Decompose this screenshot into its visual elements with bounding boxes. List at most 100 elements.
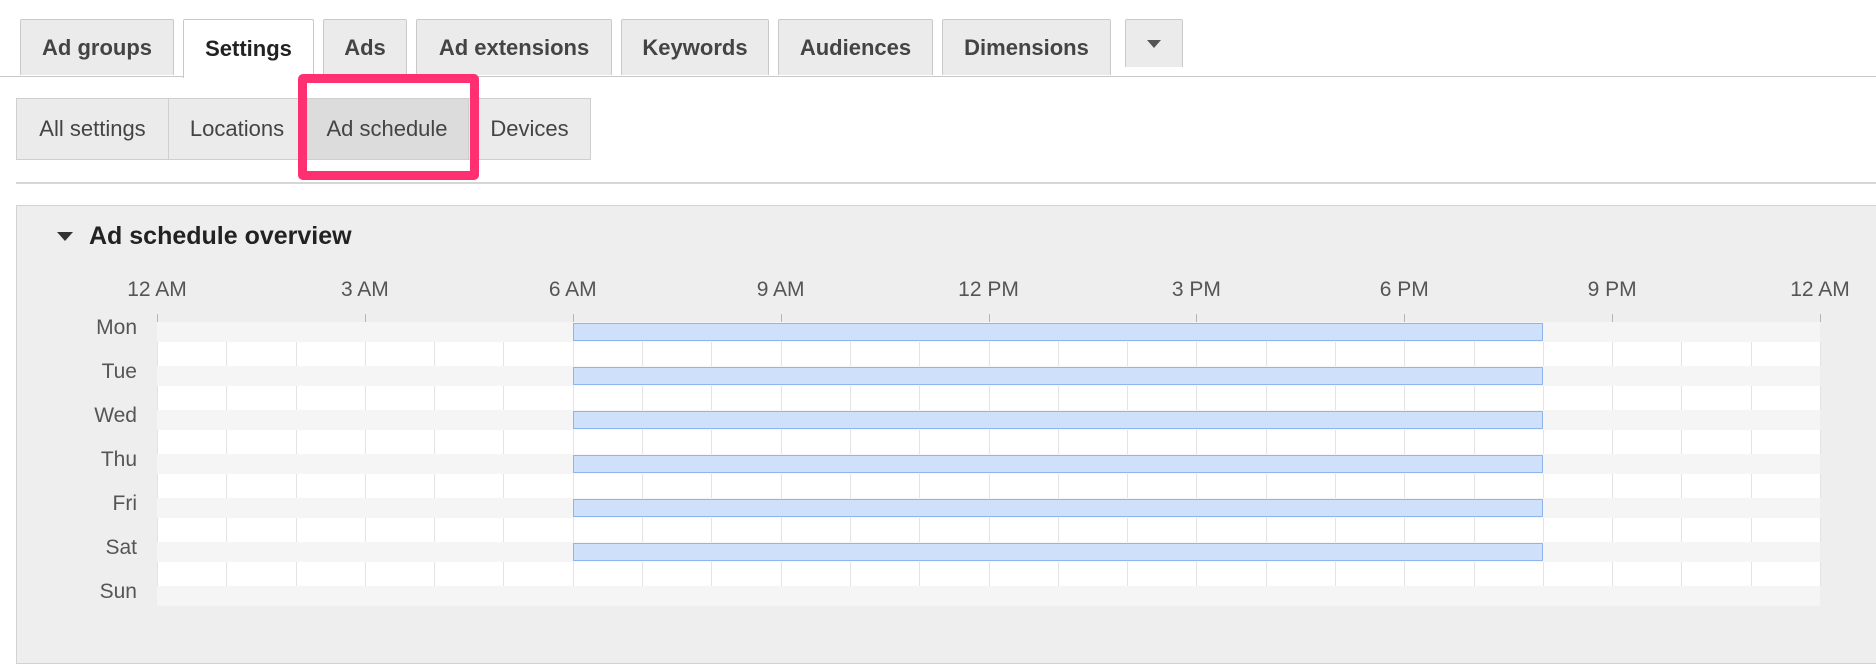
hour-gridline <box>1265 342 1267 366</box>
hour-gridline <box>503 342 505 366</box>
hour-gridline <box>1681 430 1683 454</box>
subtab-locations[interactable]: Locations <box>168 98 306 160</box>
tab-ad-groups[interactable]: Ad groups <box>20 19 174 75</box>
hour-gridline <box>1612 386 1614 410</box>
hour-gridline <box>642 518 644 542</box>
hour-gridline <box>434 386 436 410</box>
hour-gridline <box>157 386 158 410</box>
hour-gridline <box>1473 342 1475 366</box>
hour-gridline <box>1612 562 1614 586</box>
day-label-sat: Sat <box>105 536 137 559</box>
schedule-bar-wed[interactable] <box>572 411 1543 429</box>
hour-gridline <box>919 562 921 586</box>
hour-gridline <box>849 342 851 366</box>
hour-gridline <box>1542 386 1544 410</box>
overview-header-toggle[interactable]: Ad schedule overview <box>57 218 352 254</box>
hour-gridline <box>1196 474 1198 498</box>
hour-gridline <box>1196 518 1198 542</box>
hour-gridline <box>1681 474 1683 498</box>
hour-gridline <box>364 386 366 410</box>
schedule-bar-thu[interactable] <box>572 455 1543 473</box>
hour-gridline <box>1057 386 1059 410</box>
hour-gridline <box>780 430 782 454</box>
more-tabs-button[interactable] <box>1125 19 1183 67</box>
hour-gridline <box>1196 342 1198 366</box>
hour-gridline <box>1473 430 1475 454</box>
hour-gridline <box>1265 518 1267 542</box>
hour-gridline <box>642 430 644 454</box>
time-label: 12 PM <box>958 278 1019 301</box>
schedule-row-wed <box>157 410 1821 454</box>
hour-gridline <box>1265 474 1267 498</box>
hour-gridline <box>1681 518 1683 542</box>
hour-gridline <box>503 386 505 410</box>
time-tick <box>988 314 990 322</box>
tab-ad-extensions[interactable]: Ad extensions <box>416 19 612 75</box>
hour-gridline <box>1404 386 1406 410</box>
subtab-divider <box>16 182 1876 184</box>
hour-gridline <box>1542 430 1544 454</box>
hour-gridline <box>157 430 158 454</box>
hour-gridline <box>642 562 644 586</box>
hour-gridline <box>572 562 574 586</box>
schedule-row-fri <box>157 498 1821 542</box>
time-tick <box>1196 314 1198 322</box>
hour-gridline <box>1057 562 1059 586</box>
tab-dimensions[interactable]: Dimensions <box>942 19 1111 75</box>
time-label: 6 AM <box>548 278 597 301</box>
hour-gridline <box>434 474 436 498</box>
hour-gridline <box>711 342 713 366</box>
schedule-bar-fri[interactable] <box>572 499 1543 517</box>
subtab-all-settings[interactable]: All settings <box>16 98 169 160</box>
hour-gridline <box>1334 562 1336 586</box>
schedule-bar-sat[interactable] <box>572 543 1543 561</box>
hour-gridline <box>780 562 782 586</box>
schedule-bar-tue[interactable] <box>572 367 1543 385</box>
time-label: 9 AM <box>756 278 805 301</box>
tab-audiences[interactable]: Audiences <box>778 19 933 75</box>
hour-gridline <box>780 474 782 498</box>
schedule-row-mon <box>157 322 1821 366</box>
hour-gridline <box>1334 342 1336 366</box>
hour-gridline <box>572 342 574 366</box>
hour-gridline <box>1404 430 1406 454</box>
time-label: 12 AM <box>1790 278 1850 301</box>
schedule-bar-mon[interactable] <box>572 323 1543 341</box>
hour-gridline <box>1473 386 1475 410</box>
hour-gridline <box>780 386 782 410</box>
tab-settings[interactable]: Settings <box>183 19 314 78</box>
chevron-down-icon <box>1147 39 1161 48</box>
day-label-fri: Fri <box>112 492 138 515</box>
time-label: 9 PM <box>1587 278 1637 301</box>
time-label: 6 PM <box>1379 278 1429 301</box>
collapse-triangle-icon <box>57 231 73 241</box>
subtab-ad-schedule[interactable]: Ad schedule <box>305 98 469 160</box>
hour-gridline <box>1820 342 1821 366</box>
hour-gridline <box>1820 386 1821 410</box>
day-label-mon: Mon <box>96 316 137 339</box>
hour-gridline <box>1404 474 1406 498</box>
hour-gridline <box>503 474 505 498</box>
hour-gridline <box>1057 430 1059 454</box>
hour-gridline <box>1404 518 1406 542</box>
hour-gridline <box>1057 342 1059 366</box>
row-stripe <box>157 586 1820 606</box>
hour-gridline <box>157 474 158 498</box>
tab-ads[interactable]: Ads <box>323 19 407 75</box>
hour-gridline <box>1820 430 1821 454</box>
time-tick <box>1612 314 1614 322</box>
hour-gridline <box>711 562 713 586</box>
hour-gridline <box>988 518 990 542</box>
subtab-devices[interactable]: Devices <box>468 98 591 160</box>
schedule-row-tue <box>157 366 1821 410</box>
day-label-tue: Tue <box>101 360 137 383</box>
hour-gridline <box>1196 430 1198 454</box>
tab-keywords[interactable]: Keywords <box>621 19 769 75</box>
hour-gridline <box>1542 474 1544 498</box>
hour-gridline <box>434 518 436 542</box>
hour-gridline <box>1127 430 1129 454</box>
hour-gridline <box>1404 342 1406 366</box>
ad-schedule-overview-panel: Ad schedule overview 12 AM 3 AM 6 AM 9 AM 12… <box>16 205 1876 664</box>
time-tick <box>1820 314 1821 322</box>
hour-gridline <box>226 386 228 410</box>
